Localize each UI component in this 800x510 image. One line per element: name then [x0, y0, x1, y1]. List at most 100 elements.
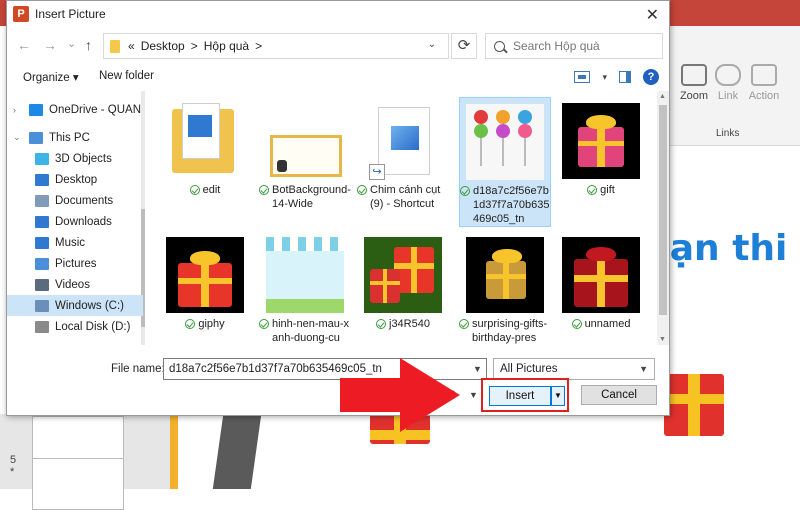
- file-item[interactable]: edit: [159, 97, 251, 197]
- organize-button[interactable]: Organize ▾: [23, 70, 79, 84]
- cancel-button[interactable]: Cancel: [581, 385, 657, 405]
- chevron-right-icon[interactable]: >: [255, 39, 262, 53]
- file-label: d18a7c2f56e7b1d37f7a70b635469c05_tn: [460, 184, 550, 226]
- dialog-titlebar: P Insert Picture ✕: [7, 1, 669, 27]
- file-name: edit: [202, 184, 221, 196]
- nav-item-label: Downloads: [55, 215, 112, 228]
- nav-item[interactable]: › OneDrive - QUAN: [7, 99, 143, 120]
- nav-item[interactable]: Documents: [7, 190, 143, 211]
- link-button[interactable]: Link: [708, 64, 748, 102]
- sync-check-icon: [587, 185, 598, 195]
- slide-star: *: [10, 466, 15, 478]
- scroll-thumb[interactable]: [659, 105, 667, 315]
- chevron-down-icon[interactable]: ▼: [473, 364, 482, 374]
- change-view-icon[interactable]: [574, 71, 591, 83]
- file-thumbnail: [166, 237, 244, 313]
- file-thumbnail: [466, 104, 544, 180]
- nav-item[interactable]: ⌄ This PC: [7, 127, 143, 148]
- red-arrow-annotation: [340, 378, 402, 412]
- nav-item-label: Desktop: [55, 173, 98, 186]
- nav-item[interactable]: Windows (C:): [7, 295, 143, 316]
- file-item[interactable]: j34R540: [357, 231, 449, 331]
- refresh-button[interactable]: ⟳: [451, 33, 477, 59]
- file-type-select[interactable]: All Pictures ▼: [493, 358, 655, 380]
- thumbnail-shape: [578, 127, 624, 167]
- thumbnail-shape: [394, 247, 434, 293]
- thumbnail-shape: [474, 110, 488, 124]
- thumbnail-shape: [574, 259, 628, 307]
- action-label: Action: [748, 90, 780, 102]
- chevron-right-icon[interactable]: >: [191, 39, 198, 53]
- insert-button[interactable]: Insert: [489, 386, 551, 406]
- link-icon: [715, 64, 741, 86]
- thumbnail-shape: [524, 136, 526, 166]
- file-thumbnail: [266, 237, 344, 313]
- ribbon-group-label: Links: [716, 128, 740, 139]
- file-name: d18a7c2f56e7b1d37f7a70b635469c05_tn: [473, 185, 550, 225]
- thumbnail-shape: [496, 110, 510, 124]
- slide-thumbnail-pane: 5 *: [0, 414, 170, 510]
- file-item[interactable]: Chim cánh cụt (9) - Shortcut: [357, 97, 449, 211]
- back-arrow-icon[interactable]: ←: [17, 37, 31, 53]
- nav-item[interactable]: 3D Objects: [7, 148, 143, 169]
- recent-locations-icon[interactable]: ⌄: [67, 37, 76, 50]
- thumbnail-shape: [492, 249, 522, 263]
- slide-thumbnail[interactable]: [32, 458, 124, 510]
- file-item[interactable]: surprising-gifts-birthday-pres: [459, 231, 551, 345]
- nav-item[interactable]: Videos: [7, 274, 143, 295]
- nav-item[interactable]: Music: [7, 232, 143, 253]
- chevron-down-icon[interactable]: ⌄: [428, 39, 436, 50]
- new-folder-button[interactable]: New folder: [99, 70, 154, 82]
- file-label: gift: [555, 183, 647, 197]
- thumbnail-shape: [586, 115, 616, 129]
- nav-item-label: Documents: [55, 194, 114, 207]
- sync-check-icon: [357, 185, 367, 195]
- drive-icon: [35, 320, 49, 333]
- file-thumbnail: [166, 103, 244, 179]
- chevron-icon[interactable]: ⌄: [13, 132, 21, 143]
- up-arrow-icon[interactable]: ↑: [85, 37, 92, 53]
- tools-caret-icon[interactable]: ▼: [469, 390, 478, 400]
- file-grid-scrollbar[interactable]: ▲ ▼: [657, 91, 669, 345]
- navigation-pane: › OneDrive - QUAN ⌄ This PC 3D Objects Deskto…: [7, 91, 145, 345]
- insert-picture-dialog: P Insert Picture ✕ ← → ⌄ ↑ « Desktop > H…: [6, 0, 670, 416]
- nav-item[interactable]: Downloads: [7, 211, 143, 232]
- nav-item-label: OneDrive - QUAN: [49, 103, 142, 116]
- file-item[interactable]: unnamed: [555, 231, 647, 331]
- nav-item-label: Pictures: [55, 257, 97, 270]
- file-item[interactable]: BotBackground-14-Wide: [259, 97, 351, 211]
- nav-item[interactable]: Local Disk (D:): [7, 316, 143, 337]
- nav-item[interactable]: Pictures: [7, 253, 143, 274]
- red-arrow-head: [400, 358, 460, 432]
- preview-pane-icon[interactable]: [619, 71, 631, 83]
- sync-check-icon: [459, 319, 469, 329]
- insert-dropdown-button[interactable]: ▼: [551, 386, 565, 406]
- chevron-icon[interactable]: ›: [13, 105, 16, 115]
- file-name: surprising-gifts-birthday-pres: [472, 318, 548, 344]
- scroll-up-icon[interactable]: ▲: [659, 93, 666, 100]
- nav-item[interactable]: Desktop: [7, 169, 143, 190]
- address-segment-desktop[interactable]: Desktop: [141, 39, 185, 53]
- forward-arrow-icon[interactable]: →: [43, 37, 57, 53]
- address-segment-hop-qua[interactable]: Hộp quà: [204, 39, 249, 53]
- documents-icon: [35, 194, 49, 207]
- download-icon: [35, 215, 49, 228]
- view-controls: ▾ ?: [574, 69, 659, 85]
- file-item[interactable]: gift: [555, 97, 647, 197]
- scroll-down-icon[interactable]: ▼: [659, 336, 666, 343]
- file-item[interactable]: hinh-nen-mau-xanh-duong-cu: [259, 231, 351, 345]
- view-options-caret[interactable]: ▾: [602, 72, 607, 83]
- close-icon[interactable]: ✕: [646, 5, 659, 25]
- navigation-bar: ← → ⌄ ↑ « Desktop > Hộp quà > ⌄ ⟳ Search…: [7, 31, 671, 61]
- help-icon[interactable]: ?: [643, 69, 659, 85]
- address-bar[interactable]: « Desktop > Hộp quà > ⌄: [103, 33, 449, 59]
- search-box[interactable]: Search Hộp quà: [485, 33, 663, 59]
- thumbnail-shape: [518, 110, 532, 124]
- file-label: unnamed: [555, 317, 647, 331]
- action-button[interactable]: Action: [744, 64, 784, 102]
- sync-check-icon: [376, 319, 386, 329]
- thumbnail-shape: [474, 124, 488, 138]
- file-item[interactable]: d18a7c2f56e7b1d37f7a70b635469c05_tn: [459, 97, 551, 227]
- file-item[interactable]: giphy: [159, 231, 251, 331]
- thumbnail-shape: [270, 135, 342, 177]
